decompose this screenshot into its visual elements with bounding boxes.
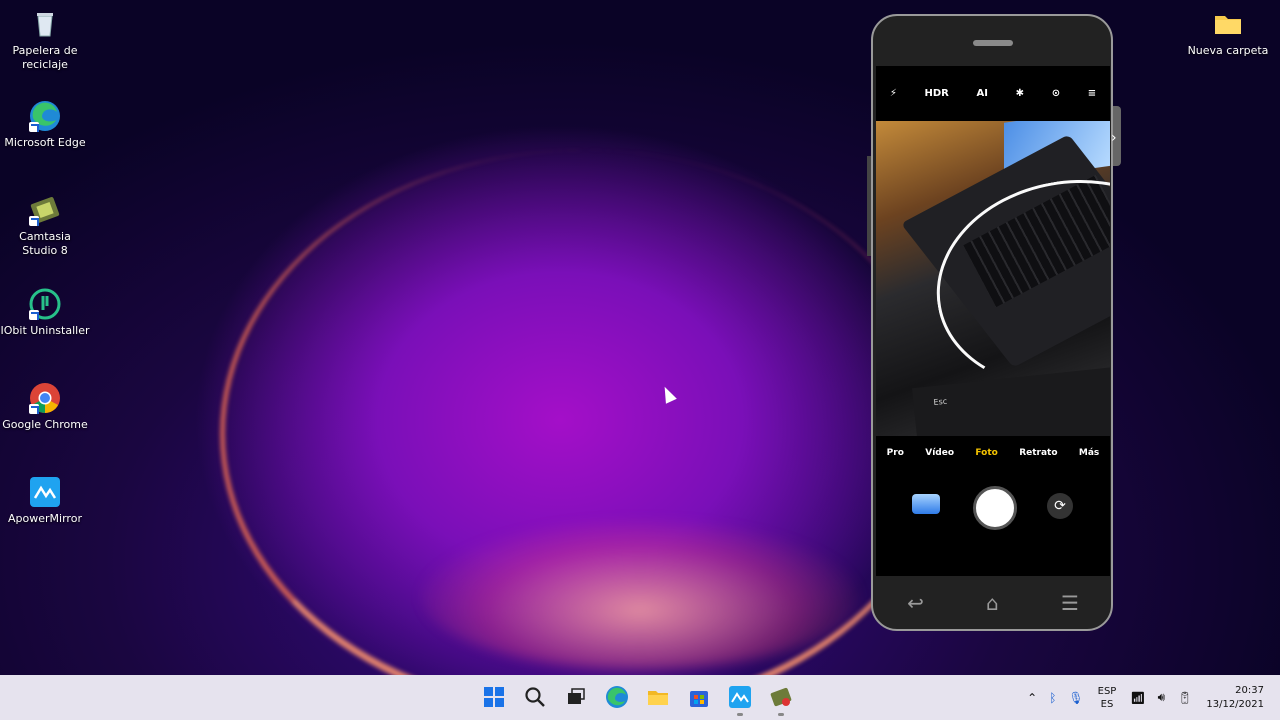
mode-pro[interactable]: Pro: [887, 448, 904, 458]
camera-toolbar: ⚡︎ HDR AI ✱ ⊙ ≡: [876, 66, 1110, 120]
clock[interactable]: 20:37 13/12/2021: [1206, 684, 1264, 712]
phone-screen[interactable]: ⚡︎ HDR AI ✱ ⊙ ≡ Esc Pro Vídeo Foto Retra…: [876, 66, 1110, 576]
camera-viewfinder[interactable]: Esc: [876, 121, 1110, 436]
edge-icon: [29, 100, 61, 132]
mode-video[interactable]: Vídeo: [925, 448, 954, 458]
apowermirror-icon: [29, 476, 61, 508]
lens-icon[interactable]: ⊙: [1052, 88, 1060, 99]
back-icon[interactable]: ↩: [907, 591, 924, 615]
desktop-icon-label: ApowerMirror: [8, 512, 82, 525]
menu-icon[interactable]: ≡: [1088, 88, 1096, 99]
microphone-icon[interactable]: 🎙︎: [1068, 691, 1083, 705]
language-indicator[interactable]: ESP ES: [1098, 685, 1117, 711]
mode-portrait[interactable]: Retrato: [1019, 448, 1057, 458]
desktop-icon-iobit[interactable]: IObit Uninstaller: [0, 288, 90, 338]
chevron-up-icon[interactable]: ⌃: [1027, 691, 1037, 705]
desktop-icon-label: Nueva carpeta: [1187, 44, 1269, 57]
recycle-bin-icon: [29, 8, 61, 40]
bluetooth-icon[interactable]: ᛒ: [1049, 691, 1056, 705]
phone-volume-button: [867, 156, 871, 256]
desktop-icon-recycle-bin[interactable]: Papelera de reciclaje: [0, 8, 90, 72]
wallpaper-glow: [420, 520, 860, 670]
language-line1: ESP: [1097, 685, 1117, 697]
expand-panel-icon[interactable]: ›: [1111, 130, 1117, 146]
hdr-button[interactable]: HDR: [925, 88, 949, 99]
store-icon[interactable]: [683, 681, 715, 713]
desktop-icon-apowermirror[interactable]: ApowerMirror: [0, 476, 90, 526]
recents-icon[interactable]: ☰: [1061, 591, 1079, 615]
wifi-icon[interactable]: 📶︎: [1130, 691, 1145, 705]
phone-speaker: [973, 40, 1013, 46]
switch-camera-icon[interactable]: ⟳: [1047, 493, 1073, 519]
desktop-icon-chrome[interactable]: Google Chrome: [0, 382, 90, 432]
taskbar-apps: [478, 681, 797, 716]
phone-mirror-window[interactable]: › ⚡︎ HDR AI ✱ ⊙ ≡ Esc Pro Vídeo Foto Ret…: [867, 14, 1121, 631]
camtasia-icon[interactable]: [765, 681, 797, 716]
task-view-icon[interactable]: [560, 681, 592, 713]
camtasia-icon: [29, 194, 61, 226]
clock-date: 13/12/2021: [1206, 698, 1264, 710]
flash-off-icon[interactable]: ⚡︎: [890, 88, 897, 99]
phone-nav-bar: ↩ ⌂ ☰: [876, 578, 1110, 628]
shutter-row: ⟳: [876, 478, 1110, 538]
camera-modes: Pro Vídeo Foto Retrato Más: [876, 438, 1110, 468]
desktop-icon-label: Camtasia Studio 8: [19, 230, 71, 257]
desktop-icon-label: Google Chrome: [2, 418, 88, 431]
chrome-icon: [29, 382, 61, 414]
start-icon[interactable]: [478, 681, 510, 713]
file-explorer-icon[interactable]: [642, 681, 674, 713]
desktop-icon-label: Papelera de reciclaje: [12, 44, 78, 71]
desktop-icon-label: Microsoft Edge: [4, 136, 86, 149]
iobit-icon: [29, 288, 61, 320]
filter-off-icon[interactable]: ✱: [1016, 88, 1024, 99]
apowermirror-icon[interactable]: [724, 681, 756, 716]
folder-icon: [1212, 8, 1244, 40]
language-line2: ES: [1100, 698, 1114, 710]
battery-icon[interactable]: 🔋︎: [1177, 691, 1192, 705]
gallery-thumbnail[interactable]: [912, 494, 940, 514]
volume-icon[interactable]: 🔊︎: [1158, 690, 1166, 705]
viewfinder-esc-key: Esc: [933, 396, 948, 408]
mode-photo[interactable]: Foto: [975, 448, 997, 458]
search-icon[interactable]: [519, 681, 551, 713]
ai-button[interactable]: AI: [977, 88, 988, 99]
clock-time: 20:37: [1235, 684, 1264, 696]
system-tray: ⌃ ᛒ 🎙︎ ESP ES 📶︎ 🔊︎ 🔋︎ 20:37 13/12/2021: [1021, 675, 1280, 720]
mode-more[interactable]: Más: [1079, 448, 1099, 458]
shutter-button[interactable]: [973, 486, 1017, 530]
desktop-icon-label: IObit Uninstaller: [0, 324, 90, 337]
home-icon[interactable]: ⌂: [986, 591, 999, 615]
taskbar: ⌃ ᛒ 🎙︎ ESP ES 📶︎ 🔊︎ 🔋︎ 20:37 13/12/2021: [0, 675, 1280, 720]
desktop-icon-edge[interactable]: Microsoft Edge: [0, 100, 90, 150]
desktop-icon-new-folder[interactable]: Nueva carpeta: [1183, 8, 1273, 58]
edge-icon[interactable]: [601, 681, 633, 713]
desktop-icon-camtasia[interactable]: Camtasia Studio 8: [0, 194, 90, 258]
